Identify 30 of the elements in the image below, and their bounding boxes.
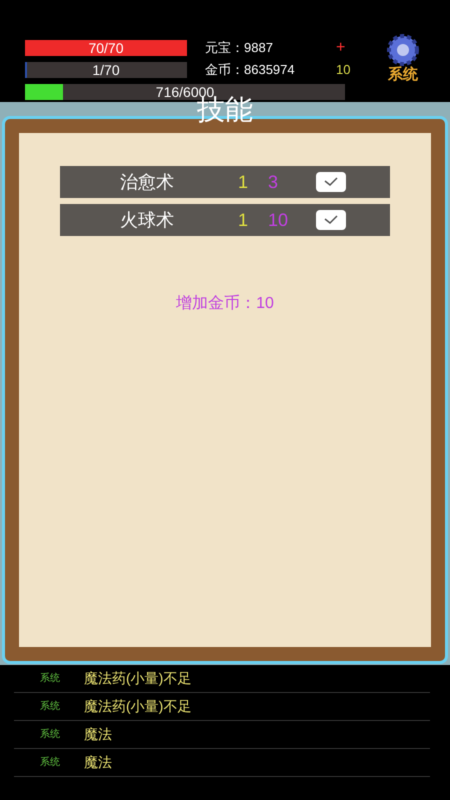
log-message: 魔法药(小量)不足 — [84, 697, 192, 716]
bar-value: 1/70 — [91, 62, 121, 78]
log-message: 魔法 — [84, 725, 112, 744]
bonus-text: 增加金币：10 — [176, 294, 274, 314]
skill-name: 治愈术 — [120, 170, 175, 194]
log-source: 系统 — [40, 672, 61, 686]
add-button[interactable]: + — [336, 40, 346, 56]
skill-row[interactable]: 火球术 1 10 — [60, 204, 390, 236]
log-message: 魔法药(小量)不足 — [84, 669, 192, 688]
log-message: 魔法 — [84, 753, 112, 772]
log-source: 系统 — [40, 756, 61, 770]
skill-cost: 3 — [268, 170, 280, 194]
currency-value: 8635974 — [244, 62, 296, 78]
currency-count: 10 — [336, 62, 350, 78]
currency-value: 9887 — [244, 40, 274, 56]
skill-name: 火球术 — [120, 208, 175, 232]
checkbox[interactable] — [316, 210, 346, 230]
currency-label: 金币： — [205, 62, 244, 78]
check-icon — [324, 177, 338, 187]
skill-level: 1 — [238, 208, 250, 232]
skill-row[interactable]: 治愈术 1 3 — [60, 166, 390, 198]
checkbox[interactable] — [316, 172, 346, 192]
skill-level: 1 — [238, 170, 250, 194]
skill-cost: 10 — [268, 208, 290, 232]
log-source: 系统 — [40, 700, 61, 714]
bar-value: 70/70 — [87, 40, 125, 56]
currency-label: 元宝： — [205, 40, 244, 56]
check-icon — [324, 215, 338, 225]
log-source: 系统 — [40, 728, 61, 742]
system-button[interactable]: 系统 — [375, 33, 431, 89]
